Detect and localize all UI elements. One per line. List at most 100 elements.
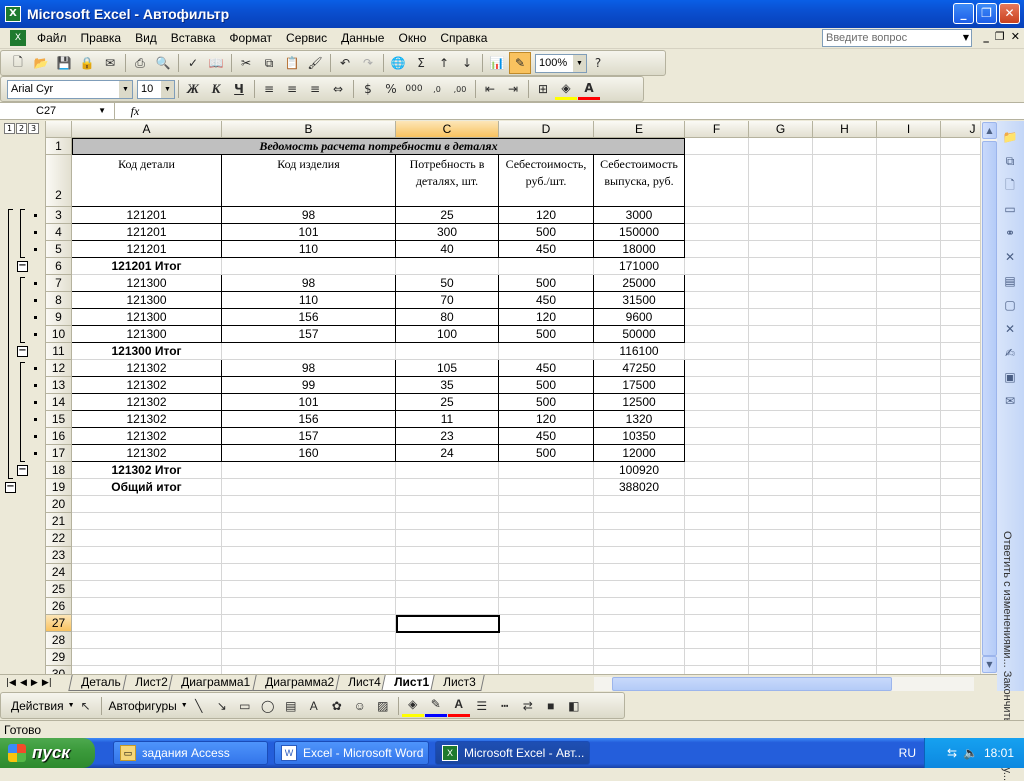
prev-sheet-icon[interactable]: ◀ [20, 678, 27, 688]
delete-comment-icon[interactable]: ✕ [1002, 249, 1018, 265]
cell[interactable] [749, 241, 813, 258]
cell[interactable] [813, 445, 877, 462]
cell[interactable] [72, 513, 222, 530]
cell[interactable] [222, 513, 396, 530]
cell[interactable] [877, 292, 941, 309]
data-cell[interactable]: 121201 [72, 241, 222, 258]
cell[interactable] [749, 411, 813, 428]
cell[interactable] [594, 649, 685, 666]
cell[interactable] [941, 292, 980, 309]
cell[interactable] [685, 564, 749, 581]
total-cell[interactable]: 388020 [594, 479, 685, 496]
cell[interactable] [222, 666, 396, 674]
folder-icon[interactable]: 📁 [1002, 129, 1018, 145]
doc-minimize-button[interactable]: _ [983, 30, 989, 43]
row-header[interactable]: 16 [46, 428, 72, 445]
column-header[interactable]: I [877, 121, 941, 138]
data-cell[interactable]: 98 [222, 360, 396, 377]
column-header[interactable]: C [396, 121, 499, 138]
cell[interactable] [749, 615, 813, 632]
total-cell[interactable]: 116100 [594, 343, 685, 360]
cell[interactable] [941, 326, 980, 343]
collapse-group-icon[interactable]: − [17, 465, 28, 476]
email-icon[interactable]: ✉ [99, 52, 121, 74]
cell[interactable] [877, 207, 941, 224]
total-cell[interactable] [499, 479, 594, 496]
cell[interactable] [72, 547, 222, 564]
line-icon[interactable]: ╲ [188, 695, 210, 717]
diagram-icon[interactable]: ✿ [326, 695, 348, 717]
cell[interactable] [877, 445, 941, 462]
cell[interactable] [499, 513, 594, 530]
cell[interactable] [222, 530, 396, 547]
cell[interactable] [749, 377, 813, 394]
total-cell[interactable] [222, 462, 396, 479]
cell[interactable] [749, 207, 813, 224]
data-cell[interactable]: 450 [499, 360, 594, 377]
print-preview-icon[interactable]: 🔍 [152, 52, 174, 74]
cell[interactable] [941, 360, 980, 377]
cell[interactable] [941, 224, 980, 241]
row-header[interactable]: 3 [46, 207, 72, 224]
cell[interactable] [222, 564, 396, 581]
name-box[interactable]: C27 ▼ [0, 103, 115, 119]
data-cell[interactable]: 121302 [72, 428, 222, 445]
cell[interactable] [685, 615, 749, 632]
undo-icon[interactable]: ↶ [334, 52, 356, 74]
data-cell[interactable]: 500 [499, 377, 594, 394]
data-cell[interactable]: 120 [499, 411, 594, 428]
open-icon[interactable]: 📂 [30, 52, 52, 74]
data-cell[interactable]: 70 [396, 292, 499, 309]
data-cell[interactable]: 500 [499, 326, 594, 343]
data-cell[interactable]: 80 [396, 309, 499, 326]
cell[interactable] [594, 530, 685, 547]
borders-icon[interactable]: ⊞ [532, 78, 554, 100]
cell[interactable] [685, 479, 749, 496]
data-cell[interactable]: 121300 [72, 309, 222, 326]
font-select[interactable]: Arial Cyr ▼ [7, 79, 133, 99]
data-cell[interactable]: 450 [499, 428, 594, 445]
data-cell[interactable]: 98 [222, 275, 396, 292]
row-header[interactable]: 21 [46, 513, 72, 530]
copy-icon[interactable]: ⧉ [1002, 153, 1018, 169]
cell[interactable] [685, 666, 749, 674]
cell[interactable] [396, 564, 499, 581]
spelling-icon[interactable]: ✓ [182, 52, 204, 74]
column-header[interactable]: E [594, 121, 685, 138]
total-cell[interactable] [222, 343, 396, 360]
cell[interactable] [749, 462, 813, 479]
autoshapes-menu[interactable]: Автофигуры [105, 699, 181, 713]
cell[interactable] [813, 343, 877, 360]
cell[interactable] [685, 547, 749, 564]
data-cell[interactable]: 1320 [594, 411, 685, 428]
collapse-group-icon[interactable]: − [17, 261, 28, 272]
merge-center-icon[interactable]: ⇔ [327, 78, 349, 100]
total-cell[interactable] [396, 462, 499, 479]
cell[interactable] [813, 632, 877, 649]
align-left-icon[interactable]: ≡ [258, 78, 280, 100]
row-header[interactable]: 10 [46, 326, 72, 343]
row-header[interactable]: 14 [46, 394, 72, 411]
doc-restore-button[interactable]: ❐ [995, 30, 1005, 43]
cell[interactable] [72, 581, 222, 598]
cell[interactable] [685, 326, 749, 343]
data-cell[interactable]: 500 [499, 275, 594, 292]
menu-item[interactable]: Формат [222, 31, 279, 45]
total-cell[interactable] [396, 258, 499, 275]
clipart-icon[interactable]: ☺ [349, 695, 371, 717]
start-button[interactable]: пуск [0, 738, 95, 768]
data-cell[interactable]: 24 [396, 445, 499, 462]
outline-level-button[interactable]: 3 [28, 123, 39, 134]
vertical-scrollbar[interactable]: ▲ ▼ [980, 121, 997, 674]
data-cell[interactable]: 121302 [72, 360, 222, 377]
cell[interactable] [396, 496, 499, 513]
next-sheet-icon[interactable]: ▶ [31, 678, 38, 688]
cell[interactable] [813, 155, 877, 207]
excel-app-icon[interactable]: X [5, 6, 21, 22]
align-center-icon[interactable]: ≡ [281, 78, 303, 100]
cell[interactable] [685, 445, 749, 462]
total-cell[interactable] [499, 462, 594, 479]
send-icon[interactable]: ✉ [1002, 393, 1018, 409]
row-header[interactable]: 1 [46, 138, 72, 155]
cell[interactable] [749, 547, 813, 564]
